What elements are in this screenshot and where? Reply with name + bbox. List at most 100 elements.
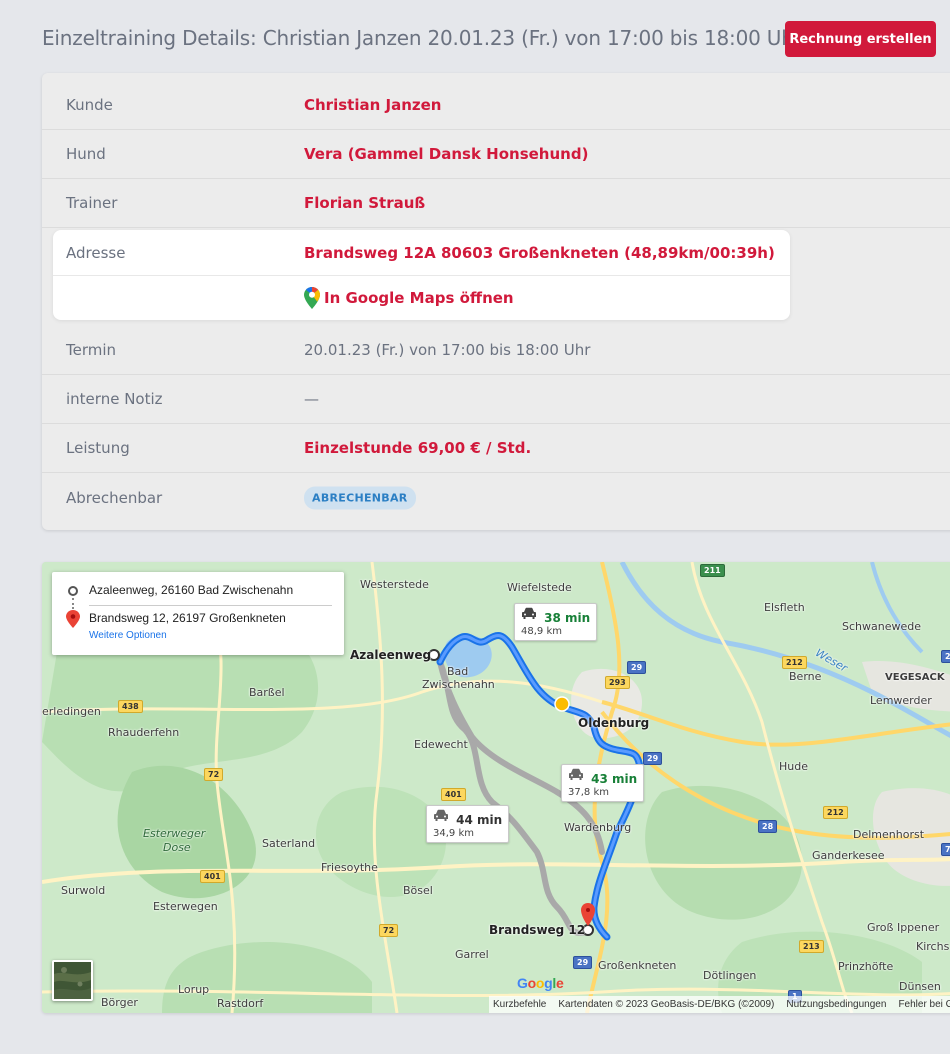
route-popup-2[interactable]: 43 min 37,8 km xyxy=(561,764,645,802)
place-friesoythe: Friesoythe xyxy=(321,861,378,874)
shield-212-south: 212 xyxy=(823,806,848,819)
place-rhauderfehn: Rhauderfehn xyxy=(108,726,180,739)
place-lorup: Lorup xyxy=(178,983,210,996)
dog-link[interactable]: Vera (Gammel Dansk Honsehund) xyxy=(304,145,588,163)
maps-row: In Google Maps öffnen xyxy=(53,276,790,320)
route-2-distance: 37,8 km xyxy=(568,787,609,798)
create-invoice-button[interactable]: Rechnung erstellen xyxy=(785,21,936,57)
shield-211: 211 xyxy=(700,564,725,577)
address-label: Adresse xyxy=(66,243,126,262)
satellite-thumbnail-icon xyxy=(54,962,91,999)
note-label: interne Notiz xyxy=(66,390,163,408)
page-title: Einzeltraining Details: Christian Janzen… xyxy=(42,26,802,50)
place-barssel: Barßel xyxy=(249,686,285,699)
route-popup-1[interactable]: 38 min 48,9 km xyxy=(514,603,598,641)
place-delmenhorst: Delmenhorst xyxy=(853,828,925,841)
address-highlight: Adresse Brandsweg 12A 80603 Großenkneten… xyxy=(53,230,790,320)
note-row: interne Notiz — xyxy=(42,375,950,424)
address-link[interactable]: Brandsweg 12A 80603 Großenkneten (48,89k… xyxy=(304,244,775,262)
map-attribution: Kurzbefehle Kartendaten © 2023 GeoBasis-… xyxy=(489,996,950,1013)
place-esterweger: Esterweger xyxy=(143,827,206,840)
place-edewecht: Edewecht xyxy=(414,738,468,751)
address-row: Adresse Brandsweg 12A 80603 Großenkneten… xyxy=(53,230,790,276)
place-doetlingen: Dötlingen xyxy=(703,969,757,982)
place-westerstede: Westerstede xyxy=(360,578,429,591)
directions-divider xyxy=(89,605,332,606)
place-duensen: Dünsen xyxy=(899,980,941,993)
place-wardenburg: Wardenburg xyxy=(564,821,632,834)
shield-72-south: 72 xyxy=(379,924,399,937)
origin-address: Azaleenweg, 26160 Bad Zwischenahn xyxy=(89,583,294,597)
place-prinzhoefte: Prinzhöfte xyxy=(838,960,894,973)
shield-29-mid: 29 xyxy=(643,752,663,765)
billable-badge: ABRECHENBAR xyxy=(304,486,416,509)
place-gross-ippener: Groß Ippener xyxy=(867,921,940,934)
destination-address: Brandsweg 12, 26197 Großenkneten xyxy=(89,611,286,625)
place-esterwegen: Esterwegen xyxy=(153,900,218,913)
trainer-row: Trainer Florian Strauß xyxy=(42,179,950,228)
shield-213: 213 xyxy=(799,940,824,953)
place-brandsweg: Brandsweg 12 xyxy=(489,923,586,937)
directions-panel: Azaleenweg, 26160 Bad Zwischenahn Brands… xyxy=(52,572,344,655)
route-2-time: 43 min xyxy=(591,772,638,786)
place-leer: erledingen xyxy=(42,705,101,718)
place-boerger: Börger xyxy=(101,996,138,1009)
appointment-label: Termin xyxy=(66,341,117,359)
shield-212-north: 212 xyxy=(782,656,807,669)
billable-label: Abrechenbar xyxy=(66,488,163,507)
place-hude: Hude xyxy=(779,760,808,773)
note-value: — xyxy=(304,390,319,408)
details-card: Kunde Christian Janzen Hund Vera (Gammel… xyxy=(42,73,950,530)
place-berne: Berne xyxy=(789,670,822,683)
car-icon xyxy=(434,809,448,821)
place-grossenkneten: Großenkneten xyxy=(598,959,677,972)
route-popup-3[interactable]: 44 min 34,9 km xyxy=(426,805,510,843)
shield-2: 2 xyxy=(941,650,950,663)
route-3-time: 44 min xyxy=(456,813,503,827)
keyboard-shortcuts-link[interactable]: Kurzbefehle xyxy=(493,999,546,1010)
google-maps-pin-icon xyxy=(304,287,320,309)
dog-row: Hund Vera (Gammel Dansk Honsehund) xyxy=(42,130,950,179)
place-schwanewede: Schwanewede xyxy=(842,620,921,633)
shield-72-north: 72 xyxy=(204,768,224,781)
place-kirchs: Kirchs xyxy=(916,940,950,953)
route-3-distance: 34,9 km xyxy=(433,828,474,839)
place-rastdorf: Rastdorf xyxy=(217,997,264,1010)
service-link[interactable]: Einzelstunde 69,00 € / Std. xyxy=(304,439,531,457)
map-data-text: Kartendaten © 2023 GeoBasis-DE/BKG (©200… xyxy=(558,999,775,1010)
trainer-link[interactable]: Florian Strauß xyxy=(304,194,425,212)
google-maps-link[interactable]: In Google Maps öffnen xyxy=(304,287,514,309)
place-saterland: Saterland xyxy=(262,837,316,850)
shield-29-north: 29 xyxy=(627,661,647,674)
place-boesel: Bösel xyxy=(403,884,433,897)
google-logo: Google xyxy=(517,975,564,991)
route-1-distance: 48,9 km xyxy=(521,626,562,637)
shield-28: 28 xyxy=(758,820,778,833)
terms-link[interactable]: Nutzungsbedingungen xyxy=(786,999,886,1010)
billable-row: Abrechenbar ABRECHENBAR xyxy=(42,473,950,522)
report-error-link[interactable]: Fehler bei Google Maps melden xyxy=(898,999,950,1010)
place-azaleenweg: Azaleenweg xyxy=(350,648,432,662)
shield-293: 293 xyxy=(605,676,630,689)
customer-link[interactable]: Christian Janzen xyxy=(304,96,441,114)
place-garrel: Garrel xyxy=(455,948,489,961)
shield-401-west: 401 xyxy=(200,870,225,883)
place-vegesack: VEGESACK xyxy=(885,672,945,683)
car-icon xyxy=(522,607,536,619)
place-lemwerder: Lemwerder xyxy=(870,694,932,707)
satellite-toggle[interactable] xyxy=(52,960,93,1001)
google-maps-link-label: In Google Maps öffnen xyxy=(324,289,514,307)
place-bad: Bad xyxy=(447,665,469,678)
place-ganderkesee: Ganderkesee xyxy=(812,849,885,862)
route-dots-icon xyxy=(72,598,74,609)
place-oldenburg: Oldenburg xyxy=(578,716,650,730)
service-row: Leistung Einzelstunde 69,00 € / Std. xyxy=(42,424,950,473)
billable-value: ABRECHENBAR xyxy=(304,486,416,509)
route-map[interactable]: Westerstede Wiefelstede Elsfleth Schwane… xyxy=(42,562,950,1013)
shield-29-south: 29 xyxy=(573,956,593,969)
appointment-value: 20.01.23 (Fr.) von 17:00 bis 18:00 Uhr xyxy=(304,341,591,359)
service-label: Leistung xyxy=(66,439,130,457)
more-options-link[interactable]: Weitere Optionen xyxy=(89,630,167,641)
trainer-label: Trainer xyxy=(66,194,118,212)
shield-401-east: 401 xyxy=(441,788,466,801)
